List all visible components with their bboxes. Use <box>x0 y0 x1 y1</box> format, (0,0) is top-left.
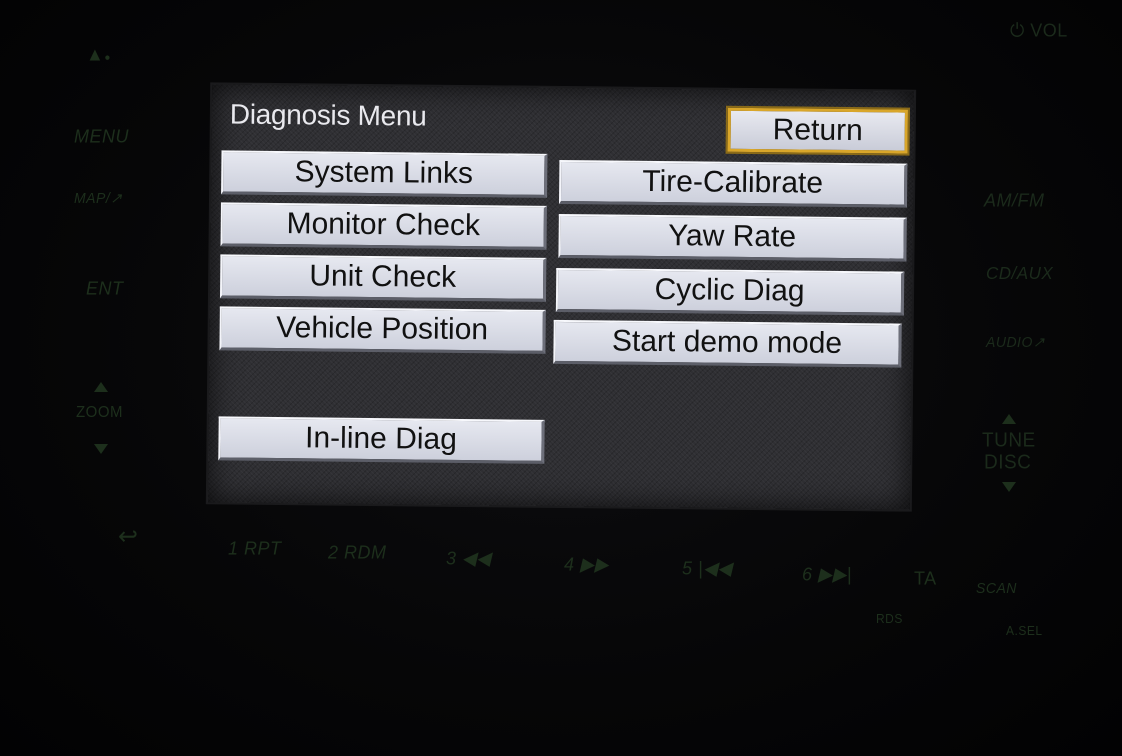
a-sel-label: A.SEL <box>1006 623 1043 639</box>
disc-label: DISC <box>984 451 1032 474</box>
back-icon[interactable]: ↩ <box>118 521 139 551</box>
tune-up-icon[interactable] <box>1002 414 1016 424</box>
monitor-check-button[interactable]: Monitor Check <box>220 202 547 250</box>
audio-hard-button[interactable]: AUDIO↗ <box>986 334 1045 352</box>
enter-hard-button[interactable]: ENT <box>86 277 124 299</box>
zoom-in-icon[interactable] <box>94 382 108 392</box>
zoom-out-icon[interactable] <box>94 444 108 454</box>
preset-6-button[interactable]: 6 ▶▶| <box>802 563 852 585</box>
preset-1-button[interactable]: 1 RPT <box>228 537 282 559</box>
zoom-hard-button[interactable]: ZOOM <box>76 404 123 422</box>
rds-label: RDS <box>876 611 903 627</box>
preset-5-button[interactable]: 5 |◀◀ <box>682 557 732 579</box>
head-unit: ▲● ⏻ VOL MENU MAP/↗ ENT ZOOM AM/FM CD/AU… <box>0 0 1122 756</box>
power-volume-knob[interactable]: ⏻ VOL <box>1010 19 1068 41</box>
in-line-diag-button[interactable]: In-line Diag <box>218 416 545 464</box>
preset-3-button[interactable]: 3 ◀◀ <box>446 547 491 569</box>
eject-button[interactable]: ▲● <box>86 43 111 65</box>
unit-check-button[interactable]: Unit Check <box>219 254 547 302</box>
scan-button[interactable]: SCAN <box>976 580 1017 597</box>
ta-button[interactable]: TA <box>914 567 937 589</box>
tire-calibrate-button[interactable]: Tire-Calibrate <box>558 159 908 208</box>
yaw-rate-button[interactable]: Yaw Rate <box>558 213 907 262</box>
page-title: Diagnosis Menu <box>229 98 427 132</box>
menu-hard-button[interactable]: MENU <box>74 125 129 147</box>
am-fm-hard-button[interactable]: AM/FM <box>984 189 1045 211</box>
cd-aux-hard-button[interactable]: CD/AUX <box>986 264 1053 285</box>
map-guide-hard-button[interactable]: MAP/↗ <box>74 190 122 208</box>
tune-label: TUNE <box>982 429 1036 452</box>
vehicle-position-button[interactable]: Vehicle Position <box>219 306 546 354</box>
diagnosis-screen: Diagnosis Menu Return System Links Monit… <box>207 84 915 510</box>
system-links-button[interactable]: System Links <box>221 150 548 198</box>
preset-4-button[interactable]: 4 ▶▶ <box>564 553 609 575</box>
preset-2-button[interactable]: 2 RDM <box>328 541 387 563</box>
cyclic-diag-button[interactable]: Cyclic Diag <box>555 267 905 316</box>
return-button[interactable]: Return <box>725 105 910 156</box>
tune-down-icon[interactable] <box>1002 482 1016 492</box>
start-demo-mode-button[interactable]: Start demo mode <box>553 319 902 368</box>
